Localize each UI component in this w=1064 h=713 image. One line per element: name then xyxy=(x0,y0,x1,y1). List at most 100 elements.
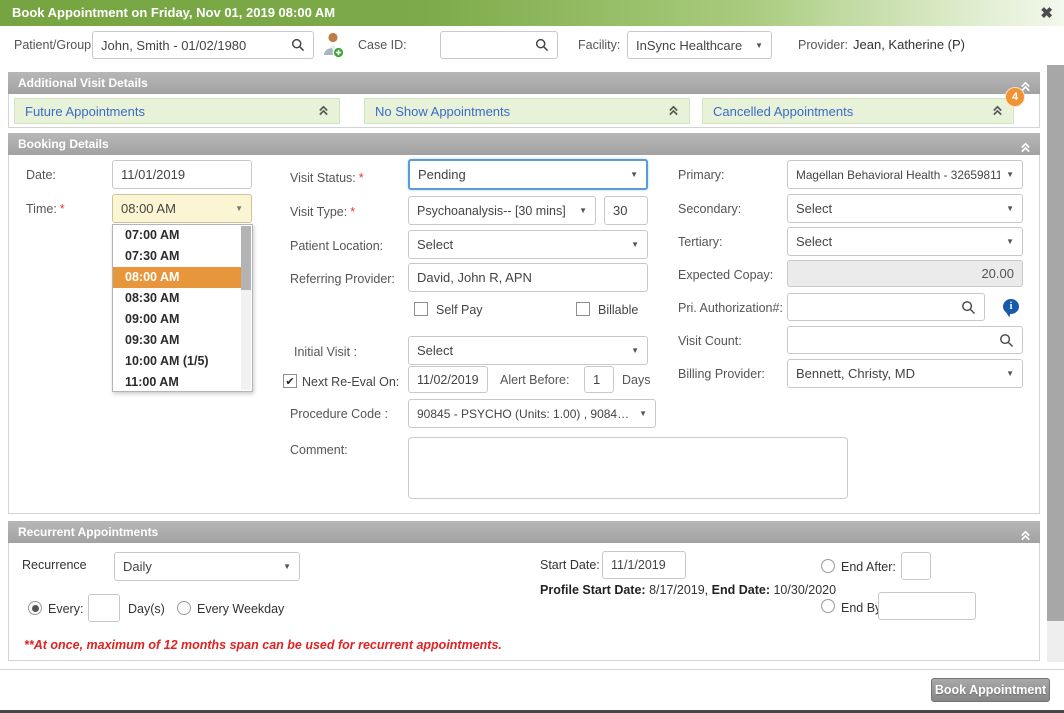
facility-select[interactable]: InSync Healthcare ▼ xyxy=(627,31,772,59)
scrollbar-thumb[interactable] xyxy=(1047,65,1064,621)
cancelled-count-badge: 4 xyxy=(1006,88,1024,106)
alert-before-input[interactable]: 1 xyxy=(584,366,614,393)
search-icon[interactable] xyxy=(999,333,1014,348)
collapse-chevron-icon[interactable] xyxy=(318,104,329,119)
self-pay-label: Self Pay xyxy=(436,303,483,317)
tertiary-insurance-select[interactable]: Select ▼ xyxy=(787,227,1023,256)
patient-group-value: John, Smith - 01/02/1980 xyxy=(101,38,285,53)
primary-insurance-select[interactable]: Magellan Behavioral Health - 32659811 ▼ xyxy=(787,160,1023,189)
facility-value: InSync Healthcare xyxy=(636,38,749,53)
every-weekday-radio[interactable] xyxy=(177,601,191,615)
visit-duration-value: 30 xyxy=(613,203,639,218)
end-after-input[interactable] xyxy=(901,552,931,580)
tertiary-insurance-value: Select xyxy=(796,234,1000,249)
profile-end-date-value: 10/30/2020 xyxy=(773,583,836,597)
secondary-insurance-select[interactable]: Select ▼ xyxy=(787,194,1023,223)
time-option[interactable]: 09:30 AM xyxy=(113,330,242,351)
future-appointments-panel[interactable]: Future Appointments xyxy=(14,98,340,124)
next-re-eval-date-input[interactable]: 11/02/2019 xyxy=(408,366,488,393)
recurrence-value: Daily xyxy=(123,559,277,574)
end-by-input[interactable] xyxy=(878,592,976,620)
secondary-label: Secondary: xyxy=(678,202,741,216)
book-appointment-dialog: Book Appointment on Friday, Nov 01, 2019… xyxy=(0,0,1064,713)
case-id-input[interactable] xyxy=(440,31,558,59)
collapse-chevron-icon[interactable] xyxy=(992,104,1003,119)
time-option[interactable]: 07:00 AM xyxy=(113,225,242,246)
patient-group-input[interactable]: John, Smith - 01/02/1980 xyxy=(92,31,314,59)
end-by-radio[interactable] xyxy=(821,599,835,613)
initial-visit-label: Initial Visit : xyxy=(294,345,357,359)
panel-label: No Show Appointments xyxy=(375,104,510,119)
comment-textarea[interactable] xyxy=(408,437,848,499)
referring-provider-label: Referring Provider: xyxy=(290,272,395,286)
chevron-down-icon: ▼ xyxy=(631,240,639,249)
next-re-eval-checkbox[interactable]: ✔ xyxy=(283,374,297,388)
profile-start-date-value: 8/17/2019, xyxy=(649,583,708,597)
search-icon[interactable] xyxy=(961,300,976,315)
time-combobox[interactable]: 08:00 AM ▼ xyxy=(112,194,252,223)
time-option[interactable]: 08:30 AM xyxy=(113,288,242,309)
referring-provider-input[interactable]: David, John R, APN xyxy=(408,263,648,292)
time-list-scrollbar[interactable] xyxy=(241,226,251,390)
initial-visit-select[interactable]: Select ▼ xyxy=(408,336,648,365)
vertical-scrollbar[interactable] xyxy=(1047,65,1064,662)
chevron-down-icon: ▼ xyxy=(639,409,647,418)
every-radio[interactable] xyxy=(28,601,42,615)
add-patient-icon[interactable] xyxy=(322,31,345,64)
time-option[interactable]: 09:00 AM xyxy=(113,309,242,330)
days-label: Days xyxy=(622,373,650,387)
required-asterisk: * xyxy=(359,171,364,185)
search-icon[interactable] xyxy=(291,38,305,52)
billable-checkbox[interactable] xyxy=(576,302,590,316)
visit-type-select[interactable]: Psychoanalysis-- [30 mins] ▼ xyxy=(408,196,596,225)
pri-authorization-label: Pri. Authorization#: xyxy=(678,301,783,315)
collapse-chevron-icon[interactable] xyxy=(668,104,679,119)
billing-provider-select[interactable]: Bennett, Christy, MD ▼ xyxy=(787,359,1023,388)
footer-divider xyxy=(0,669,1064,670)
every-label: Every: xyxy=(48,602,83,616)
time-option[interactable]: 11:00 AM xyxy=(113,372,242,393)
provider-value: Jean, Katherine (P) xyxy=(853,37,965,52)
expected-copay-value: 20.00 xyxy=(796,266,1014,281)
time-option[interactable]: 10:00 AM (1/5) xyxy=(113,351,242,372)
billing-provider-value: Bennett, Christy, MD xyxy=(796,366,1000,381)
chevron-down-icon: ▼ xyxy=(630,170,638,179)
book-appointment-button[interactable]: Book Appointment xyxy=(931,678,1050,702)
visit-duration-input[interactable]: 30 xyxy=(604,196,648,225)
section-title: Booking Details xyxy=(18,137,109,151)
visit-count-input[interactable] xyxy=(787,326,1023,354)
required-asterisk: * xyxy=(350,205,355,219)
no-show-appointments-panel[interactable]: No Show Appointments xyxy=(364,98,690,124)
panel-label: Cancelled Appointments xyxy=(713,104,853,119)
additional-visit-details-header[interactable]: Additional Visit Details xyxy=(8,72,1040,94)
search-icon[interactable] xyxy=(535,38,549,52)
expected-copay-label: Expected Copay: xyxy=(678,268,773,282)
time-option-selected[interactable]: 08:00 AM xyxy=(113,267,242,288)
pri-authorization-input[interactable] xyxy=(787,293,985,321)
time-option[interactable]: 07:30 AM xyxy=(113,246,242,267)
expected-copay-input: 20.00 xyxy=(787,260,1023,287)
procedure-code-select[interactable]: 90845 - PSYCHO (Units: 1.00) , 9084… ▼ xyxy=(408,399,656,428)
date-input[interactable]: 11/01/2019 xyxy=(112,160,252,189)
patient-location-value: Select xyxy=(417,237,625,252)
profile-date-range: Profile Start Date: 8/17/2019, End Date:… xyxy=(540,583,836,597)
self-pay-checkbox[interactable] xyxy=(414,302,428,316)
procedure-code-value: 90845 - PSYCHO (Units: 1.00) , 9084… xyxy=(417,407,633,421)
booking-details-header[interactable]: Booking Details xyxy=(8,133,1040,155)
every-days-input[interactable] xyxy=(88,594,120,622)
profile-end-date-label: End Date: xyxy=(712,583,770,597)
cancelled-appointments-panel[interactable]: Cancelled Appointments xyxy=(702,98,1014,124)
scrollbar-thumb[interactable] xyxy=(241,226,251,290)
visit-status-select[interactable]: Pending ▼ xyxy=(408,159,648,190)
patient-location-select[interactable]: Select ▼ xyxy=(408,230,648,259)
info-icon[interactable]: i xyxy=(1003,299,1019,314)
start-date-input[interactable]: 11/1/2019 xyxy=(602,551,686,579)
section-title: Additional Visit Details xyxy=(18,76,148,90)
end-after-radio[interactable] xyxy=(821,559,835,573)
close-icon[interactable]: ✖ xyxy=(1040,4,1053,22)
recurrent-appointments-header[interactable]: Recurrent Appointments xyxy=(8,521,1040,543)
patient-location-label: Patient Location: xyxy=(290,239,383,253)
referring-provider-value: David, John R, APN xyxy=(417,270,639,285)
recurrence-select[interactable]: Daily ▼ xyxy=(114,552,300,581)
visit-type-label: Visit Type:* xyxy=(290,205,355,219)
